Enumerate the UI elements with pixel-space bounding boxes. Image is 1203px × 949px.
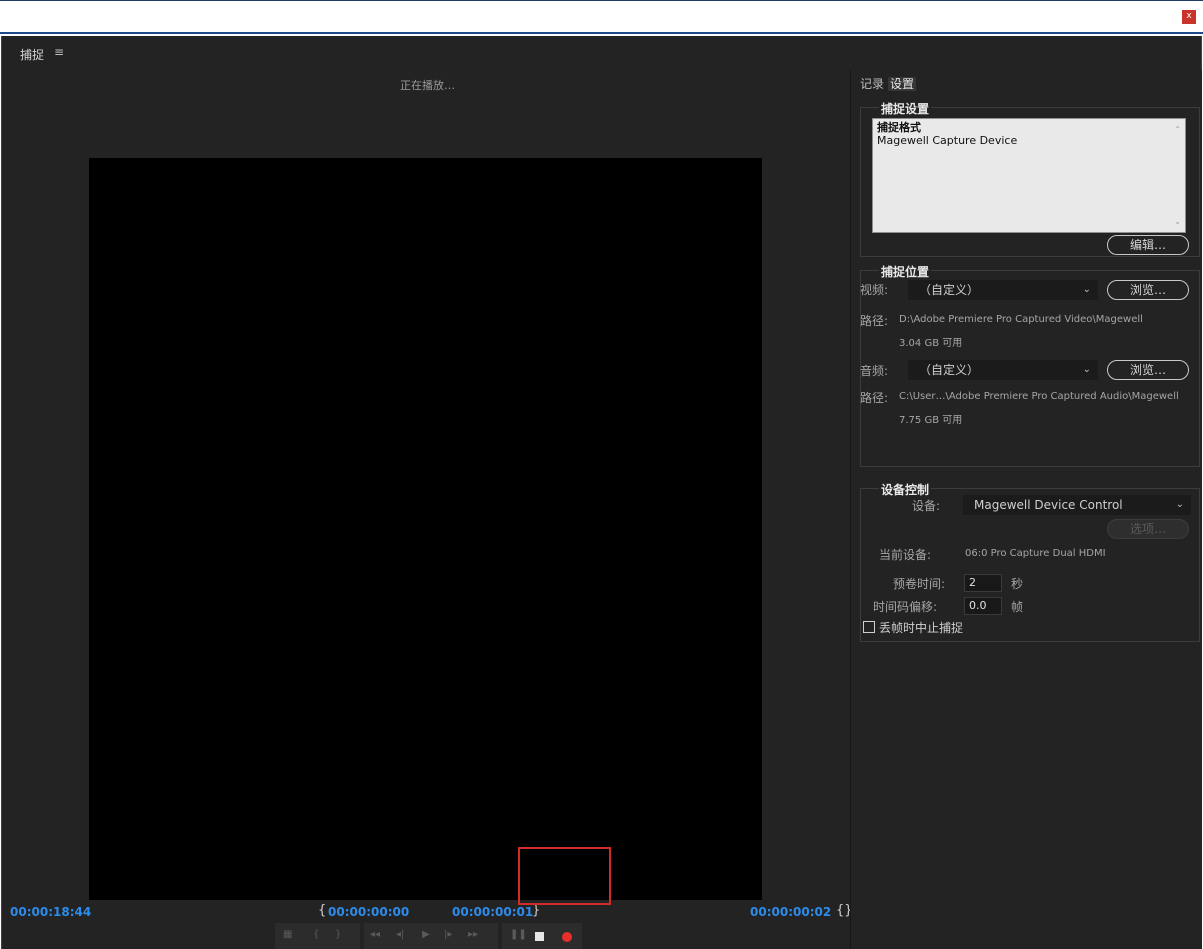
stop-icon[interactable]	[535, 932, 544, 941]
edit-button[interactable]: 编辑…	[1107, 235, 1189, 255]
capture-format-list[interactable]: 捕捉格式 Magewell Capture Device ⌃ ⌄	[872, 118, 1186, 233]
device-control-title: 设备控制	[879, 481, 932, 498]
current-device-value: 06:0 Pro Capture Dual HDMI	[965, 548, 1106, 559]
device-value: Magewell Device Control	[974, 498, 1123, 512]
capture-buttons-group: ❚❚ ◂ ▶ ▦	[502, 923, 582, 949]
out-point-timecode[interactable]: 00:00:00:01	[452, 905, 533, 919]
panel-menu-icon[interactable]: ≡	[54, 45, 64, 59]
playback-status: 正在播放…	[400, 79, 455, 92]
duration-timecode[interactable]: 00:00:00:02	[750, 905, 831, 919]
panel-title[interactable]: 捕捉	[20, 46, 44, 63]
preroll-label: 预卷时间:	[893, 577, 946, 591]
in-point-timecode[interactable]: 00:00:00:00	[328, 905, 409, 919]
step-forward-icon[interactable]: |▸	[444, 929, 452, 940]
options-button[interactable]: 选项…	[1107, 519, 1189, 539]
video-label: 视频:	[860, 283, 889, 297]
pause-icon[interactable]: ❚❚	[510, 929, 527, 940]
audio-label: 音频:	[860, 364, 889, 378]
device-label: 设备:	[912, 499, 941, 513]
device-control-group: 设备控制 设备: Magewell Device Control ⌄ 选项… 当…	[860, 481, 1200, 642]
timecode-offset-unit: 帧	[1011, 600, 1024, 614]
rewind-icon[interactable]: ◂◂	[370, 929, 380, 940]
capture-locations-title: 捕捉位置	[879, 263, 932, 280]
browse-audio-button[interactable]: 浏览…	[1107, 360, 1189, 380]
current-timecode[interactable]: 00:00:18:44	[10, 905, 91, 919]
log-clip-icon[interactable]: ▦	[283, 929, 292, 940]
in-point-icon: {	[318, 903, 327, 918]
capture-locations-group: 捕捉位置 视频: （自定义） ⌄ 浏览… 路径: D:\Adobe Premie…	[860, 263, 1200, 467]
chevron-down-icon: ⌄	[1082, 364, 1091, 375]
play-icon[interactable]: ▶	[422, 929, 430, 940]
timecode-offset-input[interactable]: 0.0	[964, 597, 1002, 615]
scroll-down-icon[interactable]: ⌄	[1174, 215, 1181, 228]
capture-window: 捕捉 ≡ 正在播放… 00:00:18:44 { 00:00:00:00 00:…	[1, 36, 1202, 949]
clip-buttons-group: ▦ { } ▦ {← →}	[275, 923, 360, 949]
set-in-icon[interactable]: {	[313, 929, 319, 940]
chevron-down-icon: ⌄	[1175, 499, 1184, 510]
current-device-label: 当前设备:	[879, 548, 932, 562]
capture-format-value: Magewell Capture Device	[877, 134, 1018, 147]
video-path-label: 路径:	[860, 314, 889, 328]
audio-free-space: 7.75 GB 可用	[899, 415, 963, 426]
close-icon[interactable]: x	[1182, 10, 1196, 24]
video-free-space: 3.04 GB 可用	[899, 338, 963, 349]
chevron-down-icon: ⌄	[1082, 284, 1091, 295]
step-back-icon[interactable]: ◂|	[396, 929, 404, 940]
tab-log[interactable]: 记录	[860, 77, 884, 91]
playback-buttons-group: ◂◂ ◂| ▶ |▸ ▸▸	[364, 923, 498, 949]
audio-location-value: （自定义）	[919, 363, 980, 377]
record-icon[interactable]	[562, 932, 572, 942]
abort-on-dropped-frames-checkbox[interactable]	[863, 621, 875, 633]
audio-path: C:\User…\Adobe Premiere Pro Captured Aud…	[899, 391, 1179, 402]
fast-forward-icon[interactable]: ▸▸	[468, 929, 478, 940]
settings-panel: 记录 设置 捕捉设置 捕捉格式 Magewell Capture Device ⌃…	[850, 70, 1202, 949]
record-highlight-box	[518, 847, 611, 905]
set-out-icon[interactable]: }	[335, 929, 341, 940]
preroll-unit: 秒	[1011, 577, 1024, 591]
video-location-value: （自定义）	[919, 283, 980, 297]
video-preview	[89, 158, 762, 900]
audio-location-dropdown[interactable]: （自定义） ⌄	[908, 360, 1098, 380]
capture-settings-title: 捕捉设置	[879, 100, 932, 117]
capture-settings-group: 捕捉设置 捕捉格式 Magewell Capture Device ⌃ ⌄ 编辑…	[860, 100, 1200, 257]
side-tab-bar: 记录 设置	[860, 75, 917, 92]
preroll-input[interactable]: 2	[964, 574, 1002, 592]
capture-format-header: 捕捉格式	[877, 121, 921, 134]
window-titlebar: x	[0, 0, 1203, 34]
timecode-offset-label: 时间码偏移:	[873, 600, 938, 614]
video-location-dropdown[interactable]: （自定义） ⌄	[908, 280, 1098, 300]
device-dropdown[interactable]: Magewell Device Control ⌄	[963, 495, 1191, 515]
browse-video-button[interactable]: 浏览…	[1107, 280, 1189, 300]
out-point-icon: }	[532, 903, 541, 918]
abort-on-dropped-frames-label: 丢帧时中止捕捉	[879, 621, 964, 635]
tab-settings[interactable]: 设置	[888, 77, 917, 91]
scroll-up-icon[interactable]: ⌃	[1174, 123, 1181, 136]
video-path: D:\Adobe Premiere Pro Captured Video\Mag…	[899, 314, 1143, 325]
audio-path-label: 路径:	[860, 391, 889, 405]
capture-monitor: 正在播放… 00:00:18:44 { 00:00:00:00 00:00:00…	[2, 70, 853, 949]
